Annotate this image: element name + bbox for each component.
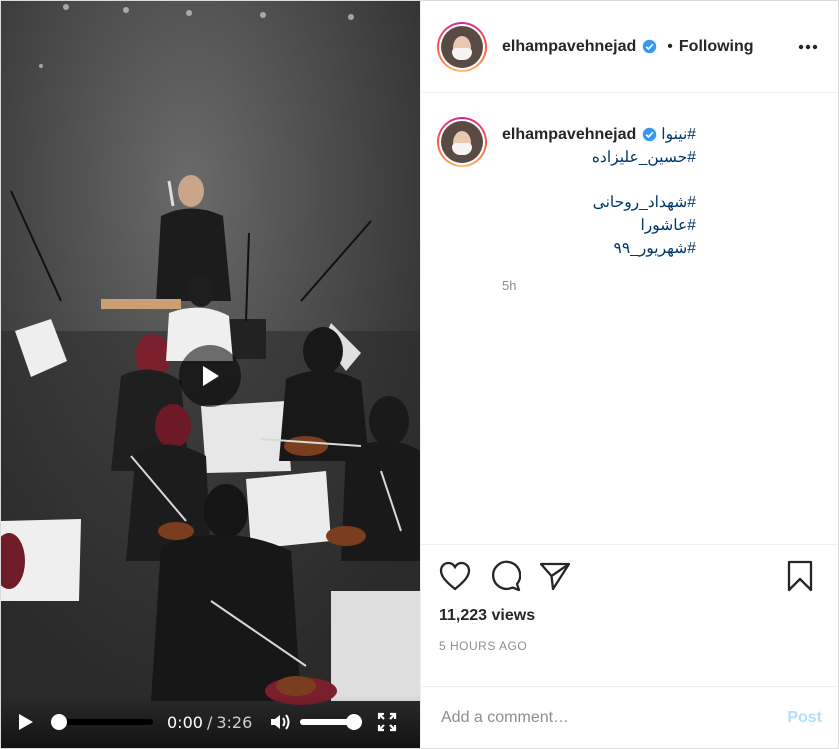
save-button[interactable] xyxy=(786,559,822,593)
seek-handle[interactable] xyxy=(51,714,67,730)
volume-handle[interactable] xyxy=(346,714,363,730)
share-button[interactable] xyxy=(539,559,575,593)
time-separator: / xyxy=(206,712,213,732)
video-controls: 0:00 / 3:26 xyxy=(1,696,420,748)
volume-icon xyxy=(271,714,290,730)
verified-badge-icon xyxy=(642,39,657,54)
post-timestamp[interactable]: 5 HOURS AGO xyxy=(439,639,822,653)
time-display: 0:00 / 3:26 xyxy=(167,713,252,732)
mute-button[interactable] xyxy=(266,708,294,736)
hashtag-link[interactable]: #شهریور_۹۹ xyxy=(502,237,696,260)
post-header: elhampavehnejad • Following xyxy=(421,1,838,93)
hashtag-link[interactable]: #حسین_علیزاده xyxy=(502,146,696,169)
current-time: 0:00 xyxy=(167,712,203,732)
bookmark-icon xyxy=(787,560,813,592)
play-pause-button[interactable] xyxy=(11,707,41,737)
video-player[interactable]: 0:00 / 3:26 xyxy=(1,1,420,748)
big-play-button[interactable] xyxy=(179,345,241,407)
duration: 3:26 xyxy=(216,712,253,732)
comment-input[interactable] xyxy=(441,708,788,727)
post-side-panel: elhampavehnejad • Following elhampavehne… xyxy=(420,1,838,748)
more-options-button[interactable] xyxy=(794,33,822,61)
heart-icon xyxy=(439,561,471,591)
view-count[interactable]: 11,223 views xyxy=(439,607,822,625)
comment-icon xyxy=(492,560,521,592)
following-button[interactable]: Following xyxy=(679,38,754,56)
post-comment-button[interactable]: Post xyxy=(787,709,822,727)
caption-age: 5h xyxy=(502,278,517,293)
hashtag-link[interactable]: #نینوا xyxy=(661,123,696,146)
seek-bar[interactable] xyxy=(51,714,153,730)
more-options-icon xyxy=(798,44,818,49)
like-button[interactable] xyxy=(439,559,475,593)
share-icon xyxy=(539,562,571,591)
volume-slider[interactable] xyxy=(300,714,363,730)
caption-text: elhampavehnejad #نینوا #حسین_علیزاده #شه… xyxy=(502,117,696,544)
comment-button[interactable] xyxy=(489,559,525,593)
play-icon xyxy=(19,714,33,730)
post-modal: 0:00 / 3:26 elhampavehnejad • Following … xyxy=(0,0,839,749)
caption-username[interactable]: elhampavehnejad xyxy=(502,123,636,146)
caption: elhampavehnejad #نینوا #حسین_علیزاده #شه… xyxy=(421,93,838,544)
hashtag-link[interactable]: #عاشورا xyxy=(502,214,696,237)
hashtag-link[interactable]: #شهداد_روحانی xyxy=(502,191,696,214)
verified-badge-icon xyxy=(642,127,657,142)
play-icon xyxy=(203,366,219,386)
caption-avatar[interactable] xyxy=(437,117,487,167)
fullscreen-icon xyxy=(378,712,397,732)
post-actions: 11,223 views 5 HOURS AGO xyxy=(421,544,838,686)
header-username[interactable]: elhampavehnejad xyxy=(502,38,636,56)
avatar[interactable] xyxy=(437,21,487,72)
header-separator: • xyxy=(667,37,673,55)
comment-form: Post xyxy=(421,686,838,748)
fullscreen-button[interactable] xyxy=(374,709,400,735)
